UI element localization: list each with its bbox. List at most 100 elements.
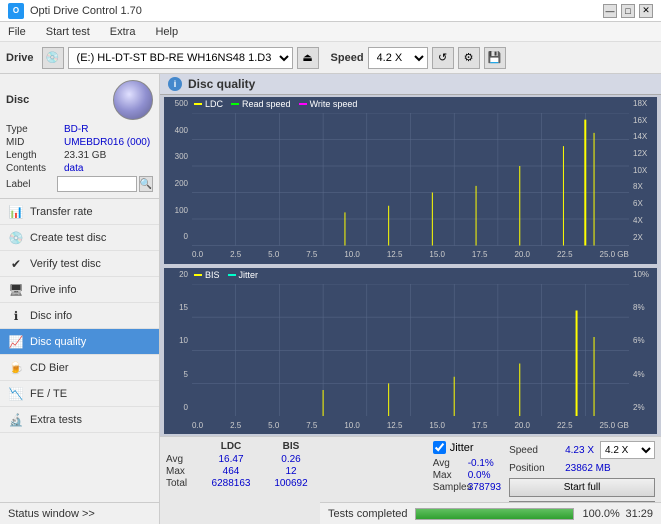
bottom-chart-x-axis: 0.0 2.5 5.0 7.5 10.0 12.5 15.0 17.5 20.0…: [192, 416, 629, 434]
save-button[interactable]: 💾: [484, 47, 506, 69]
menubar: File Start test Extra Help: [0, 22, 661, 42]
bottom-chart-y-left: 20 15 10 5 0: [164, 268, 192, 415]
extra-tests-icon: 🔬: [8, 412, 24, 428]
settings-button[interactable]: ⚙: [458, 47, 480, 69]
sidebar-item-label: CD Bier: [30, 362, 69, 374]
create-test-disc-icon: 💿: [8, 230, 24, 246]
close-button[interactable]: ✕: [639, 4, 653, 18]
disc-header: Disc: [6, 80, 153, 120]
disc-mid-row: MID UMEBDR016 (000): [6, 137, 153, 148]
jitter-checkbox[interactable]: [433, 441, 446, 454]
window-controls: — □ ✕: [603, 4, 653, 18]
sidebar-item-drive-info[interactable]: 🖥 Drive info: [0, 277, 159, 303]
stats-total-ldc: 6288163: [201, 478, 261, 489]
sidebar-item-label: Transfer rate: [30, 206, 93, 218]
toolbar: Drive 💿 (E:) HL-DT-ST BD-RE WH16NS48 1.D…: [0, 42, 661, 74]
titlebar-left: O Opti Drive Control 1.70: [8, 3, 142, 19]
drive-icon-btn[interactable]: 💿: [42, 47, 64, 69]
disc-type-value: BD-R: [64, 124, 88, 135]
menu-extra[interactable]: Extra: [106, 24, 140, 40]
speed-select[interactable]: 4.2 X: [368, 47, 428, 69]
verify-test-disc-icon: ✔: [8, 256, 24, 272]
top-chart-y-left: 500 400 300 200 100 0: [164, 97, 192, 244]
position-info-row: Position 23862 MB: [509, 463, 655, 474]
disc-mid-label: MID: [6, 137, 64, 148]
disc-panel: Disc Type BD-R MID UMEBDR016 (000) Lengt…: [0, 74, 159, 199]
menu-start-test[interactable]: Start test: [42, 24, 94, 40]
stats-max-bis: 12: [261, 466, 321, 477]
bottom-chart-legend: BIS Jitter: [194, 270, 258, 280]
sidebar-item-fe-te[interactable]: 📉 FE / TE: [0, 381, 159, 407]
disc-label-label: Label: [6, 179, 57, 190]
sidebar-item-disc-info[interactable]: ℹ Disc info: [0, 303, 159, 329]
disc-icon: [113, 80, 153, 120]
stats-total-bis: 100692: [261, 478, 321, 489]
jitter-label: Jitter: [450, 442, 474, 454]
app-title: Opti Drive Control 1.70: [30, 5, 142, 17]
disc-type-row: Type BD-R: [6, 124, 153, 135]
sidebar-item-label: FE / TE: [30, 388, 67, 400]
maximize-button[interactable]: □: [621, 4, 635, 18]
jitter-checkbox-row: Jitter: [433, 441, 501, 454]
disc-length-row: Length 23.31 GB: [6, 150, 153, 161]
drive-label: Drive: [6, 52, 34, 64]
bis-dot: [194, 274, 202, 276]
legend-jitter: Jitter: [228, 270, 259, 280]
progress-percent: 100.0%: [582, 508, 617, 520]
app-logo: O: [8, 3, 24, 19]
top-chart-x-axis: 0.0 2.5 5.0 7.5 10.0 12.5 15.0 17.5 20.0…: [192, 246, 629, 264]
speed-stat-label: Speed: [509, 445, 559, 456]
stats-row-total: Total 6288163 100692: [166, 478, 425, 489]
disc-info-icon: ℹ: [8, 308, 24, 324]
progress-bar-fill: [416, 509, 573, 519]
fe-te-icon: 📉: [8, 386, 24, 402]
stats-max-ldc: 464: [201, 466, 261, 477]
transfer-rate-icon: 📊: [8, 204, 24, 220]
disc-quality-panel: i Disc quality LDC Read speed: [160, 74, 661, 524]
menu-file[interactable]: File: [4, 24, 30, 40]
jitter-dot: [228, 274, 236, 276]
speed-stat-select[interactable]: 4.2 X: [600, 441, 655, 459]
sidebar-item-label: Create test disc: [30, 232, 106, 244]
stats-avg-bis: 0.26: [261, 454, 321, 465]
disc-quality-title: Disc quality: [188, 77, 255, 91]
speed-label: Speed: [331, 52, 364, 64]
progress-bar-container: [415, 508, 574, 520]
stats-col-ldc: LDC: [201, 441, 261, 452]
jitter-samples-row: Samples 378793: [433, 482, 501, 493]
bottom-chart-plot: [192, 284, 629, 417]
sidebar-item-label: Disc quality: [30, 336, 86, 348]
disc-label-button[interactable]: 🔍: [139, 176, 153, 192]
sidebar-item-disc-quality[interactable]: 📈 Disc quality: [0, 329, 159, 355]
drive-select[interactable]: (E:) HL-DT-ST BD-RE WH16NS48 1.D3: [68, 47, 293, 69]
disc-length-label: Length: [6, 150, 64, 161]
start-full-button[interactable]: Start full: [509, 478, 655, 497]
refresh-button[interactable]: ↺: [432, 47, 454, 69]
disc-label-row: Label 🔍: [6, 176, 153, 192]
sidebar-item-create-test-disc[interactable]: 💿 Create test disc: [0, 225, 159, 251]
speed-info-row: Speed 4.23 X 4.2 X: [509, 441, 655, 459]
sidebar-item-cd-bier[interactable]: 🍺 CD Bier: [0, 355, 159, 381]
disc-type-label: Type: [6, 124, 64, 135]
eject-button[interactable]: ⏏: [297, 47, 319, 69]
sidebar-item-transfer-rate[interactable]: 📊 Transfer rate: [0, 199, 159, 225]
stats-row-max: Max 464 12: [166, 466, 425, 477]
disc-quality-icon-badge: i: [168, 77, 182, 91]
menu-help[interactable]: Help: [151, 24, 182, 40]
stats-row-avg: Avg 16.47 0.26: [166, 454, 425, 465]
sidebar-item-extra-tests[interactable]: 🔬 Extra tests: [0, 407, 159, 433]
disc-length-value: 23.31 GB: [64, 150, 106, 161]
legend-read-speed: Read speed: [231, 99, 291, 109]
sidebar-item-verify-test-disc[interactable]: ✔ Verify test disc: [0, 251, 159, 277]
time-elapsed: 31:29: [625, 508, 653, 520]
status-window-button[interactable]: Status window >>: [0, 502, 159, 524]
minimize-button[interactable]: —: [603, 4, 617, 18]
jitter-max-row: Max 0.0%: [433, 470, 501, 481]
cd-bier-icon: 🍺: [8, 360, 24, 376]
jitter-samples: 378793: [468, 482, 501, 493]
sidebar-item-label: Extra tests: [30, 414, 82, 426]
jitter-avg: -0.1%: [468, 458, 494, 469]
disc-label-input[interactable]: [57, 176, 137, 192]
bottom-chart: BIS Jitter 20 15 10 5 0: [164, 268, 657, 435]
top-chart: LDC Read speed Write speed 500: [164, 97, 657, 264]
